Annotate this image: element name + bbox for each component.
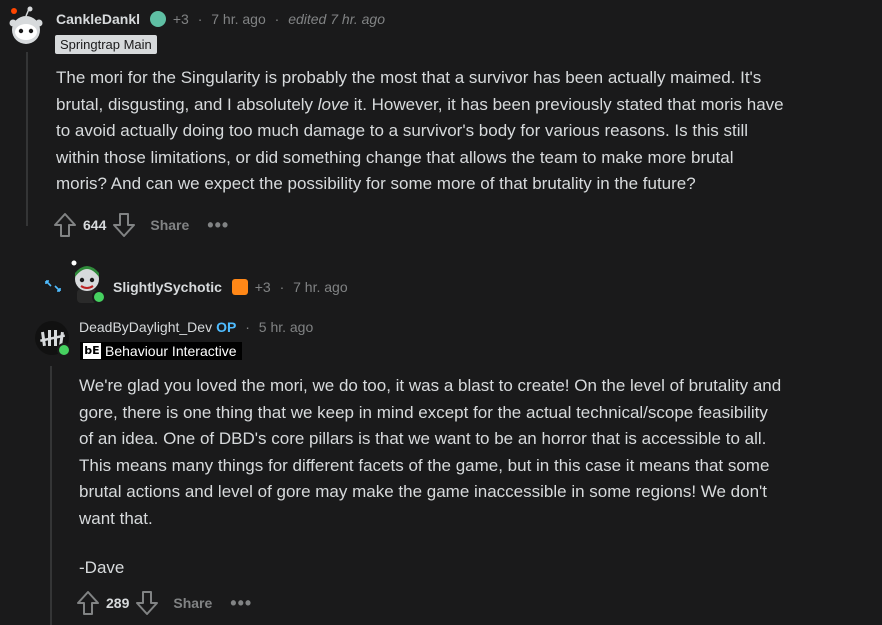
separator: · [197, 11, 203, 27]
online-status-indicator [57, 343, 71, 357]
body-line: gore, there is one thing that we keep in… [79, 402, 768, 422]
signature: -Dave [79, 558, 125, 577]
reddit-snoo-avatar-icon [9, 6, 43, 44]
separator: · [245, 319, 250, 335]
vote-count: 289 [106, 595, 130, 611]
thread-line-2[interactable] [50, 366, 52, 625]
behaviour-logo-icon: bE [83, 343, 101, 359]
upvote-icon[interactable] [53, 212, 77, 238]
body-line: This means many things for different fac… [79, 455, 770, 475]
body-line: brutal, disgusting, and I absolutely lov… [56, 94, 784, 114]
username-link[interactable]: DeadByDaylight_Dev [79, 319, 212, 335]
body-line: of an idea. One of DBD's core pillars is… [79, 429, 767, 448]
karma-badge-count: +3 [172, 11, 189, 27]
user-avatar-cankledankl[interactable] [8, 6, 44, 46]
timestamp[interactable]: 7 hr. ago [293, 279, 348, 295]
comment-actions: 644 Share ••• [53, 211, 229, 239]
more-options-button[interactable]: ••• [207, 215, 229, 236]
op-badge: OP [216, 319, 237, 335]
thread-line-1[interactable] [26, 52, 28, 226]
award-icon [231, 279, 248, 295]
comment-body: We're glad you loved the mori, we do too… [79, 373, 879, 582]
edited-label: edited 7 hr. ago [288, 11, 385, 27]
more-options-button[interactable]: ••• [230, 593, 252, 614]
flair-text: Behaviour Interactive [105, 343, 237, 359]
comment-actions: 289 Share ••• [76, 589, 252, 617]
vote-count: 644 [83, 217, 107, 233]
body-line: within those limitations, or did somethi… [56, 147, 734, 167]
separator: · [279, 279, 285, 295]
comment-meta: CankleDankl +3 · 7 hr. ago · edited 7 hr… [56, 11, 385, 27]
separator: · [274, 11, 280, 27]
downvote-icon[interactable] [112, 212, 136, 238]
username-link[interactable]: CankleDankl [56, 11, 140, 27]
body-line: to avoid actually doing too much damage … [56, 121, 749, 140]
username-link[interactable]: SlightlySychotic [113, 279, 222, 295]
user-flair: Springtrap Main [55, 35, 157, 54]
share-button[interactable]: Share [173, 595, 212, 611]
body-line: moris? And can we expect the possibility… [56, 174, 696, 193]
timestamp[interactable]: 5 hr. ago [259, 319, 314, 335]
downvote-icon[interactable] [135, 590, 159, 616]
body-line: brutal actions and level of gore may mak… [79, 482, 768, 501]
expand-icon[interactable] [44, 278, 62, 294]
body-line: We're glad you loved the mori, we do too… [79, 376, 782, 395]
collapsed-comment-meta[interactable]: SlightlySychotic +3 · 7 hr. ago [113, 279, 348, 295]
karma-badge-icon [149, 11, 166, 27]
body-line: want that. [79, 508, 153, 528]
karma-badge-count: +3 [254, 279, 271, 295]
online-status-indicator [92, 290, 106, 304]
share-button[interactable]: Share [150, 217, 189, 233]
user-flair: bE Behaviour Interactive [80, 342, 242, 360]
comment-meta: DeadByDaylight_Dev OP · 5 hr. ago [79, 319, 313, 335]
upvote-icon[interactable] [76, 590, 100, 616]
comment-body: The mori for the Singularity is probably… [56, 65, 876, 198]
timestamp[interactable]: 7 hr. ago [211, 11, 266, 27]
body-line: The mori for the Singularity is probably… [56, 68, 762, 87]
